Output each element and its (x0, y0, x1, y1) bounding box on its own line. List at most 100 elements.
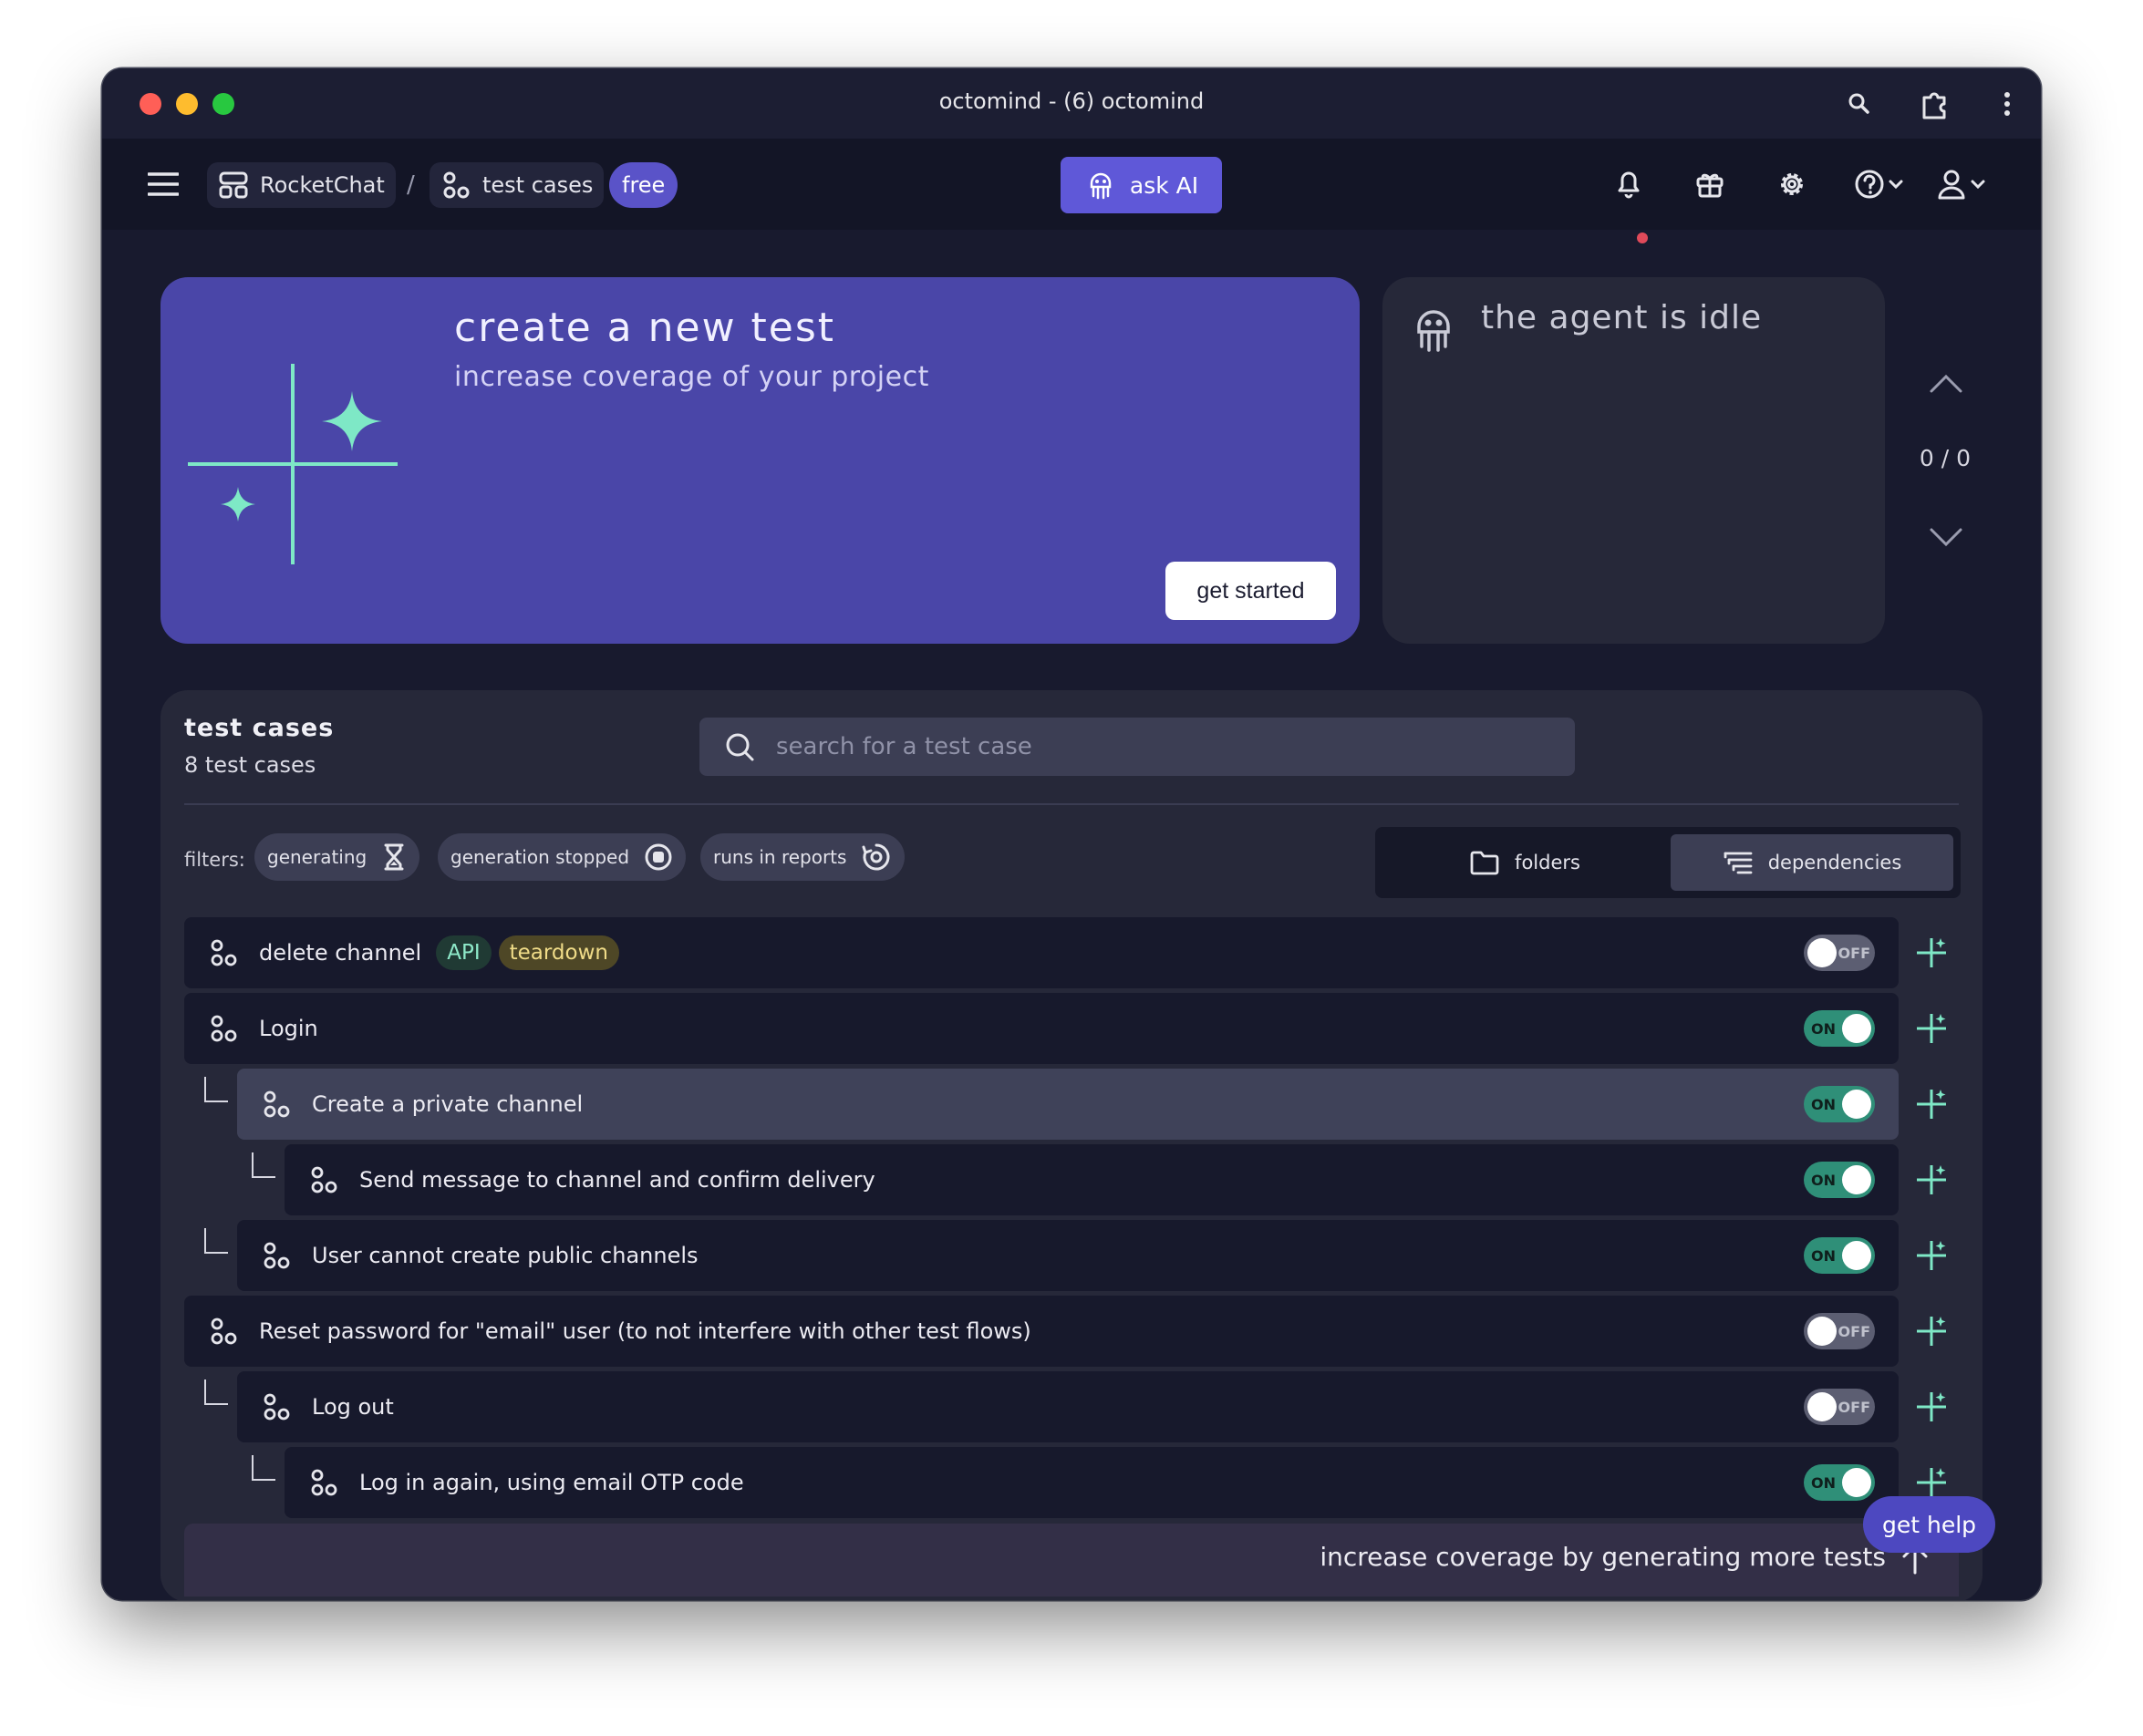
test-case-label: User cannot create public channels (312, 1243, 699, 1268)
toggle-state-text: ON (1811, 1474, 1836, 1492)
generate-sparkle-icon[interactable] (1913, 1389, 1950, 1425)
test-case-toggle[interactable]: ON (1804, 1464, 1875, 1501)
toggle-knob (1807, 1317, 1837, 1346)
generate-sparkle-icon[interactable] (1913, 1464, 1950, 1501)
toggle-knob (1842, 1165, 1871, 1194)
generate-sparkle-icon[interactable] (1913, 1313, 1950, 1349)
app-window: octomind - (6) octomind RocketChat / tes… (102, 68, 2041, 1600)
chevron-down-icon[interactable] (1928, 524, 1964, 552)
plan-badge[interactable]: free (609, 162, 678, 208)
breadcrumb-project[interactable]: RocketChat (207, 162, 396, 208)
search-box (699, 718, 1575, 776)
filter-generation-stopped[interactable]: generation stopped (438, 833, 687, 881)
filter-generating[interactable]: generating (254, 833, 420, 881)
toggle-state-text: ON (1811, 1247, 1836, 1265)
generate-sparkle-icon[interactable] (1913, 935, 1950, 971)
test-case-row[interactable]: Reset password for "email" user (to not … (184, 1296, 1899, 1367)
test-case-icon (211, 939, 237, 966)
tree-connector (252, 1455, 275, 1481)
toggle-knob (1842, 1090, 1871, 1119)
test-case-icon (264, 1393, 290, 1421)
settings-gear-icon[interactable] (1774, 166, 1810, 202)
toggle-state-text: ON (1811, 1020, 1836, 1038)
sparkle-icon (188, 364, 398, 564)
toggle-knob (1807, 938, 1837, 967)
get-started-button[interactable]: get started (1165, 562, 1336, 620)
test-case-row[interactable]: User cannot create public channels ON (237, 1220, 1899, 1291)
help-menu-icon[interactable] (1853, 166, 1911, 202)
tree-connector (204, 1228, 228, 1254)
generate-more-tests-bar[interactable]: increase coverage by generating more tes… (184, 1524, 1959, 1596)
zoom-icon[interactable] (1842, 87, 1877, 121)
user-menu-icon[interactable] (1935, 166, 1993, 202)
generate-more-tests-text: increase coverage by generating more tes… (1320, 1542, 1886, 1572)
agent-status-text: the agent is idle (1481, 299, 1763, 336)
test-case-label: Send message to channel and confirm deli… (359, 1167, 875, 1193)
test-case-toggle[interactable]: ON (1804, 1162, 1875, 1198)
bell-icon[interactable] (1610, 166, 1647, 202)
test-case-toggle[interactable]: OFF (1804, 1389, 1875, 1425)
search-icon (726, 733, 754, 761)
test-case-icon (264, 1090, 290, 1118)
agent-status-card: the agent is idle (1382, 277, 1885, 644)
test-case-row[interactable]: Login ON (184, 993, 1899, 1064)
toggle-knob (1807, 1392, 1837, 1421)
test-case-icon (311, 1166, 337, 1194)
toggle-state-text: OFF (1838, 1323, 1870, 1340)
breadcrumb-page-label: test cases (482, 172, 594, 198)
app-navbar: RocketChat / test cases free ask AI (102, 139, 2041, 243)
octopus-icon (1090, 172, 1112, 200)
hero-title: create a new test (454, 305, 836, 351)
test-case-label: Log in again, using email OTP code (359, 1470, 744, 1495)
hero-subtitle: increase coverage of your project (454, 361, 929, 393)
test-case-label: Create a private channel (312, 1091, 584, 1117)
test-case-toggle[interactable]: ON (1804, 1237, 1875, 1274)
more-menu-icon[interactable] (1990, 87, 2024, 121)
breadcrumb-project-label: RocketChat (260, 172, 385, 198)
test-case-icon (311, 1469, 337, 1496)
breadcrumb-separator: / (407, 171, 415, 199)
toggle-state-text: ON (1811, 1096, 1836, 1113)
view-dependencies-option[interactable]: dependencies (1671, 834, 1953, 891)
folder-icon (1470, 851, 1499, 875)
test-case-row[interactable]: Log in again, using email OTP code ON (285, 1447, 1899, 1518)
test-cases-panel: test cases 8 test cases filters: generat… (160, 690, 1983, 1600)
extensions-icon[interactable] (1917, 87, 1951, 121)
gift-icon[interactable] (1692, 166, 1728, 202)
test-case-row[interactable]: Log out OFF (237, 1371, 1899, 1442)
menu-icon[interactable] (148, 171, 179, 197)
chevron-up-icon[interactable] (1928, 369, 1964, 397)
generate-sparkle-icon[interactable] (1913, 1086, 1950, 1122)
toggle-state-text: OFF (1838, 1399, 1870, 1416)
test-case-row[interactable]: Send message to channel and confirm deli… (285, 1144, 1899, 1215)
agent-pager-count: 0 / 0 (1919, 445, 1972, 471)
tree-connector (204, 1077, 228, 1102)
test-case-toggle[interactable]: OFF (1804, 935, 1875, 971)
toggle-state-text: OFF (1838, 945, 1870, 962)
test-case-row[interactable]: delete channel API teardown OFF (184, 917, 1899, 988)
breadcrumb-test-cases[interactable]: test cases (430, 162, 605, 208)
generate-sparkle-icon[interactable] (1913, 1010, 1950, 1047)
get-help-button[interactable]: get help (1863, 1496, 1995, 1553)
test-case-toggle[interactable]: ON (1804, 1010, 1875, 1047)
view-folders-option[interactable]: folders (1382, 834, 1667, 891)
title-bar: octomind - (6) octomind (102, 68, 2041, 139)
tag-teardown: teardown (498, 935, 619, 970)
test-case-row[interactable]: Create a private channel ON (237, 1069, 1899, 1140)
generate-sparkle-icon[interactable] (1913, 1162, 1950, 1198)
test-case-label: delete channel (259, 940, 422, 966)
test-case-toggle[interactable]: ON (1804, 1086, 1875, 1122)
generate-sparkle-icon[interactable] (1913, 1237, 1950, 1274)
test-case-toggle[interactable]: OFF (1804, 1313, 1875, 1349)
view-switcher: folders dependencies (1375, 827, 1961, 898)
create-test-card: create a new test increase coverage of y… (160, 277, 1360, 644)
test-cases-title: test cases (184, 714, 335, 742)
ask-ai-button[interactable]: ask AI (1061, 157, 1222, 213)
dependencies-icon (1724, 852, 1753, 874)
toggle-state-text: ON (1811, 1172, 1836, 1189)
filter-generation-stopped-label: generation stopped (450, 846, 630, 868)
test-case-label: Login (259, 1016, 318, 1041)
search-input[interactable] (776, 733, 1506, 760)
filter-runs-in-reports[interactable]: runs in reports (700, 833, 906, 881)
project-icon (219, 171, 248, 199)
